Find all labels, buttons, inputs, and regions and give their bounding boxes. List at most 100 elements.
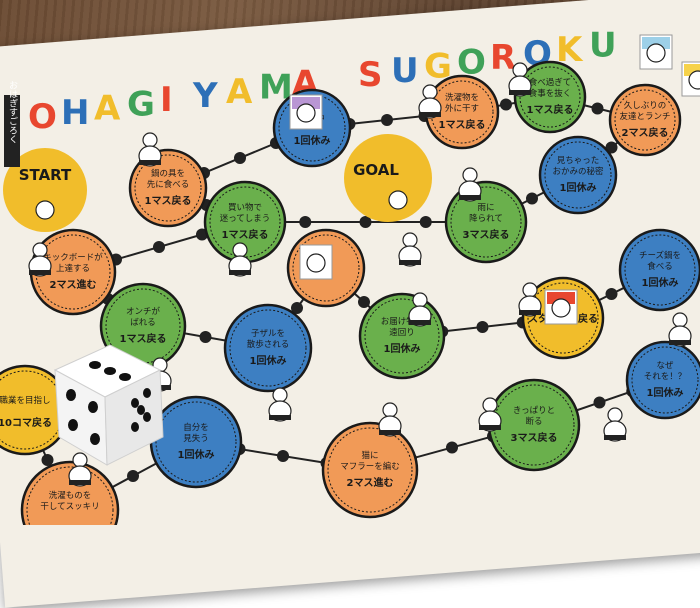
path-dot: [358, 296, 370, 308]
title-letter: U: [589, 26, 617, 66]
space-description: 外に干す: [445, 103, 479, 114]
dice-pip: [68, 419, 78, 431]
title-letter: A: [226, 72, 253, 112]
board-space: お届け物で遠回り1回休み: [358, 292, 446, 380]
piece-face: [296, 103, 316, 123]
space-action: 1マス戻る: [439, 118, 486, 131]
space-description: 散歩される: [247, 339, 290, 350]
sumo-figure: [398, 232, 422, 267]
space-description: 降られて: [469, 213, 503, 224]
space-action: 1回休み: [642, 276, 679, 289]
dice-pip: [131, 422, 139, 432]
title-letter: S: [358, 55, 383, 95]
space-description: 食事を抜く: [529, 88, 572, 99]
space-description: 久しぶりの: [624, 100, 667, 111]
dice-pip: [137, 405, 145, 415]
dice-pip: [90, 433, 100, 445]
title-letter: I: [160, 80, 173, 120]
board-space: 雨に降られて 3マス戻る: [444, 180, 528, 264]
space-action: 2マス進む: [50, 278, 97, 291]
title-letter: U: [391, 51, 419, 91]
player-piece[interactable]: [681, 61, 700, 97]
space-action: 10コマ戻る: [0, 416, 52, 429]
path-dot: [526, 192, 538, 205]
space-action: 1回休み: [294, 134, 331, 147]
player-piece[interactable]: [299, 244, 333, 280]
space-description: 友達とランチ: [619, 111, 670, 122]
space-description: それを！？: [644, 372, 687, 382]
side-tag: おはぎすごろく: [4, 80, 20, 167]
sumo-figure: [268, 387, 292, 422]
path-dot: [591, 102, 604, 115]
side-tag-text: おはぎすごろく: [7, 80, 18, 143]
board-overlay: OHAGIYAMASUGOROKU 鍋の具を先に食べる1マス戻る入浴中1回休み洗…: [0, 26, 700, 525]
dice-pip: [143, 412, 151, 422]
dice-pip: [89, 361, 101, 369]
space-description: 洗濯物を: [445, 92, 479, 103]
path-dot: [605, 288, 618, 300]
path-dot: [299, 216, 312, 228]
space-description: チーズ鍋を: [639, 250, 681, 261]
dice-pip: [131, 398, 139, 408]
path-dot: [153, 241, 165, 253]
space-description: ばれる: [130, 318, 156, 328]
path-dot: [234, 152, 246, 164]
space-description: 猫に: [361, 450, 378, 461]
title-letter: G: [127, 84, 155, 124]
space-description: 雨に: [477, 203, 494, 213]
space-description: 子ザルを: [251, 329, 285, 339]
space-action: 1マス戻る: [120, 332, 167, 345]
space-action: 3マス戻る: [463, 228, 510, 241]
dice-pip: [66, 389, 76, 401]
sumo-figure: [378, 402, 402, 437]
space-description: 自分を: [183, 422, 209, 433]
board-space: きっぱりと断る 3マス戻る: [487, 378, 581, 472]
player-piece[interactable]: [639, 34, 673, 70]
space-description: 干してスッキリ: [40, 502, 99, 512]
space-description: マフラーを編む: [340, 461, 400, 472]
sumo-figure: [458, 167, 482, 202]
start-character: [35, 200, 55, 220]
path-dot: [199, 331, 212, 343]
start-label: START: [19, 166, 72, 184]
player-piece[interactable]: [289, 94, 323, 130]
space-description: 上達する: [56, 263, 90, 274]
dice-pip: [88, 401, 98, 413]
space-action: 1マス戻る: [527, 103, 574, 116]
space-action: 1回休み: [250, 354, 287, 367]
space-action: 1回休み: [560, 181, 597, 194]
path-dot: [381, 114, 393, 126]
title-letter: A: [94, 89, 121, 129]
space-description: 買い物で: [228, 202, 262, 213]
sumo-figure: [668, 312, 692, 347]
space-action: 1回休み: [384, 342, 421, 355]
player-piece[interactable]: [544, 289, 578, 325]
space-description: きっぱりと: [513, 406, 555, 416]
space-description: なぜ: [656, 361, 674, 371]
goal-label: GOAL: [353, 161, 399, 179]
dice-pip: [104, 367, 116, 375]
goal-space: GOAL: [344, 134, 432, 222]
space-action: 1マス戻る: [145, 194, 192, 207]
dice[interactable]: [53, 344, 164, 466]
title-letter: Y: [192, 76, 218, 116]
space-action: 2マス戻る: [622, 126, 669, 139]
board-space: 自分を見失う 1回休み: [149, 395, 243, 489]
space-description: おかみの秘密: [552, 166, 604, 177]
dice-pip: [119, 373, 131, 381]
space-description: 迷ってしまう: [220, 213, 271, 224]
space-description: キックボードが: [43, 252, 103, 263]
piece-face: [646, 43, 666, 63]
path-dot: [476, 321, 489, 333]
path-dot: [593, 396, 606, 409]
space-description: 洗濯ものを: [49, 490, 92, 501]
piece-face: [551, 298, 571, 318]
path-dot: [127, 470, 139, 482]
sumo-figure: [68, 452, 92, 487]
sumo-figure: [603, 407, 627, 442]
space-description: 職業を目指し: [0, 395, 51, 406]
path-dot: [41, 454, 54, 466]
space-action: 1回休み: [647, 386, 684, 399]
space-action: 2マス進む: [347, 476, 394, 489]
space-description: 鍋の具を: [151, 168, 185, 179]
